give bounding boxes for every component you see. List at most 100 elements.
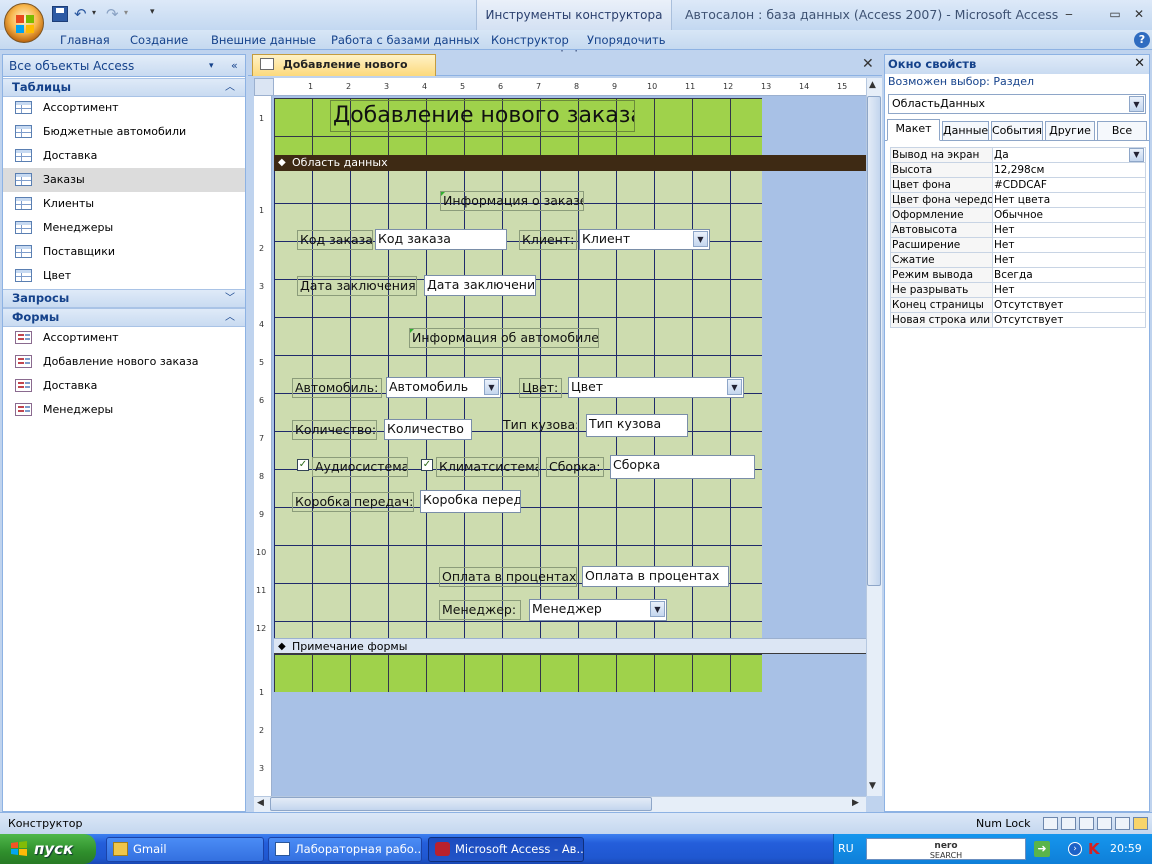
- payment-field[interactable]: Оплата в процентах: [582, 566, 729, 587]
- client-label[interactable]: Клиент:: [519, 230, 577, 250]
- nav-section-forms[interactable]: Формы ︿: [3, 308, 245, 327]
- tab-events[interactable]: События: [991, 121, 1043, 141]
- info-car-label[interactable]: Информация об автомобиле: [409, 328, 599, 348]
- chevron-down-icon[interactable]: ▼: [693, 231, 708, 247]
- expand-icon[interactable]: ﹀: [225, 290, 235, 307]
- property-row[interactable]: Автовысота Нет: [890, 222, 1146, 238]
- tab-home[interactable]: Главная: [60, 30, 110, 50]
- undo-dropdown-icon[interactable]: ▾: [92, 8, 96, 17]
- property-row[interactable]: Оформление Обычное: [890, 207, 1146, 223]
- office-button[interactable]: [4, 3, 44, 43]
- property-row[interactable]: Не разрывать Нет: [890, 282, 1146, 298]
- collapse-icon[interactable]: ︿: [225, 79, 235, 96]
- climate-label[interactable]: Климатсистема: [436, 457, 539, 477]
- nav-item[interactable]: Доставка: [3, 374, 245, 398]
- nav-item[interactable]: Менеджеры: [3, 398, 245, 422]
- manager-combo[interactable]: Менеджер ▼: [529, 599, 667, 621]
- property-value[interactable]: Нет: [992, 252, 1146, 268]
- form-selector[interactable]: [254, 78, 274, 96]
- property-row[interactable]: Режим вывода Всегда: [890, 267, 1146, 283]
- order-code-label[interactable]: Код заказа:: [297, 230, 373, 250]
- audio-checkbox[interactable]: ✓: [297, 459, 309, 471]
- datasheet-view-icon[interactable]: [1061, 817, 1076, 830]
- customize-qat-icon[interactable]: ▾: [150, 7, 155, 17]
- nav-item[interactable]: Добавление нового заказа: [3, 350, 245, 374]
- quantity-field[interactable]: Количество: [384, 419, 472, 440]
- car-combo[interactable]: Автомобиль ▼: [386, 377, 501, 398]
- collapse-icon[interactable]: ︿: [225, 309, 235, 326]
- nav-section-tables[interactable]: Таблицы ︿: [3, 78, 245, 97]
- scroll-left-icon[interactable]: ◀: [257, 798, 264, 808]
- chevron-down-icon[interactable]: ▼: [650, 601, 665, 617]
- property-row[interactable]: Вывод на экран Да ▼: [890, 147, 1146, 163]
- form-title-label[interactable]: Добавление нового заказа: [330, 100, 635, 132]
- nav-section-queries[interactable]: Запросы ﹀: [3, 289, 245, 308]
- chevron-down-icon[interactable]: ▼: [484, 379, 499, 395]
- tab-data[interactable]: Данные: [942, 121, 989, 141]
- tab-layout[interactable]: Макет: [887, 119, 940, 141]
- scroll-right-icon[interactable]: ▶: [852, 798, 859, 808]
- document-tab[interactable]: Добавление нового заказа: [252, 54, 436, 91]
- property-value[interactable]: Нет цвета: [992, 192, 1146, 208]
- scroll-up-icon[interactable]: ▲: [869, 80, 876, 90]
- horizontal-ruler[interactable]: 1 2 3 4 5 6 7 8 9 10 11 12 13 14 15: [274, 78, 866, 96]
- chevron-down-icon[interactable]: ▼: [1129, 148, 1144, 162]
- property-value[interactable]: Да ▼: [992, 147, 1146, 163]
- color-combo[interactable]: Цвет ▼: [568, 377, 744, 398]
- nav-item-selected[interactable]: Заказы: [3, 168, 245, 192]
- body-type-label[interactable]: Тип кузова:: [500, 415, 578, 435]
- climate-checkbox[interactable]: ✓: [421, 459, 433, 471]
- property-value[interactable]: Нет: [992, 282, 1146, 298]
- save-icon[interactable]: [52, 6, 68, 22]
- tab-create[interactable]: Создание: [130, 30, 188, 50]
- property-value[interactable]: Обычное: [992, 207, 1146, 223]
- gearbox-label[interactable]: Коробка передач:: [292, 492, 414, 512]
- info-order-label[interactable]: Информация о заказе: [440, 191, 584, 211]
- payment-label[interactable]: Оплата в процентах:: [439, 567, 577, 587]
- tab-all[interactable]: Все: [1097, 121, 1147, 141]
- nav-header[interactable]: Все объекты Access ▾ «: [3, 55, 245, 77]
- nav-item[interactable]: Доставка: [3, 144, 245, 168]
- language-indicator[interactable]: RU: [838, 834, 854, 864]
- close-document-icon[interactable]: ✕: [862, 56, 874, 72]
- nav-dropdown-icon[interactable]: ▾: [209, 55, 214, 77]
- go-arrow-icon[interactable]: ➜: [1034, 841, 1050, 857]
- tab-other[interactable]: Другие: [1045, 121, 1095, 141]
- chevron-down-icon[interactable]: ▼: [1129, 96, 1144, 112]
- object-selector[interactable]: ОбластьДанных ▼: [888, 94, 1146, 114]
- property-row[interactable]: Конец страницы Отсутствует: [890, 297, 1146, 313]
- property-value[interactable]: Отсутствует: [992, 297, 1146, 313]
- help-icon[interactable]: ?: [1134, 32, 1150, 48]
- nav-item[interactable]: Менеджеры: [3, 216, 245, 240]
- design-view-icon[interactable]: [1133, 817, 1148, 830]
- pivot-table-view-icon[interactable]: [1097, 817, 1112, 830]
- car-label[interactable]: Автомобиль:: [292, 378, 382, 398]
- footer-section-bar[interactable]: ◆ Примечание формы: [274, 638, 866, 654]
- nav-item[interactable]: Ассортимент: [3, 326, 245, 350]
- pivot-chart-view-icon[interactable]: [1115, 817, 1130, 830]
- taskbar-item-access[interactable]: Microsoft Access - Ав...: [428, 837, 584, 862]
- nero-search-box[interactable]: nero SEARCH: [866, 838, 1026, 860]
- order-code-field[interactable]: Код заказа: [375, 229, 507, 250]
- property-row[interactable]: Новая строка или Отсутствует: [890, 312, 1146, 328]
- tab-designer[interactable]: Конструктор: [491, 30, 569, 50]
- vertical-ruler[interactable]: 1 1 2 3 4 5 6 7 8 9 10 11 12 1 2 3: [254, 96, 272, 796]
- maximize-button[interactable]: ▭: [1104, 6, 1126, 22]
- tab-arrange[interactable]: Упорядочить: [587, 30, 666, 50]
- property-row[interactable]: Цвет фона #CDDCAF: [890, 177, 1146, 193]
- form-footer-section[interactable]: [274, 654, 762, 692]
- close-icon[interactable]: ✕: [1134, 56, 1145, 71]
- taskbar-item-word[interactable]: Лабораторная рабо...: [268, 837, 422, 862]
- property-value[interactable]: 12,298см: [992, 162, 1146, 178]
- date-field[interactable]: Дата заключения: [424, 275, 536, 296]
- property-value[interactable]: Отсутствует: [992, 312, 1146, 328]
- redo-icon[interactable]: ↷: [106, 6, 122, 22]
- client-combo[interactable]: Клиент ▼: [579, 229, 710, 250]
- collapse-pane-icon[interactable]: «: [231, 55, 238, 77]
- tab-external-data[interactable]: Внешние данные: [211, 30, 316, 50]
- chevron-down-icon[interactable]: ▼: [727, 379, 742, 395]
- audio-label[interactable]: Аудиосистема: [312, 457, 408, 477]
- date-label[interactable]: Дата заключения:: [297, 276, 417, 296]
- taskbar-item-gmail[interactable]: Gmail: [106, 837, 264, 862]
- assembly-label[interactable]: Сборка:: [546, 457, 604, 477]
